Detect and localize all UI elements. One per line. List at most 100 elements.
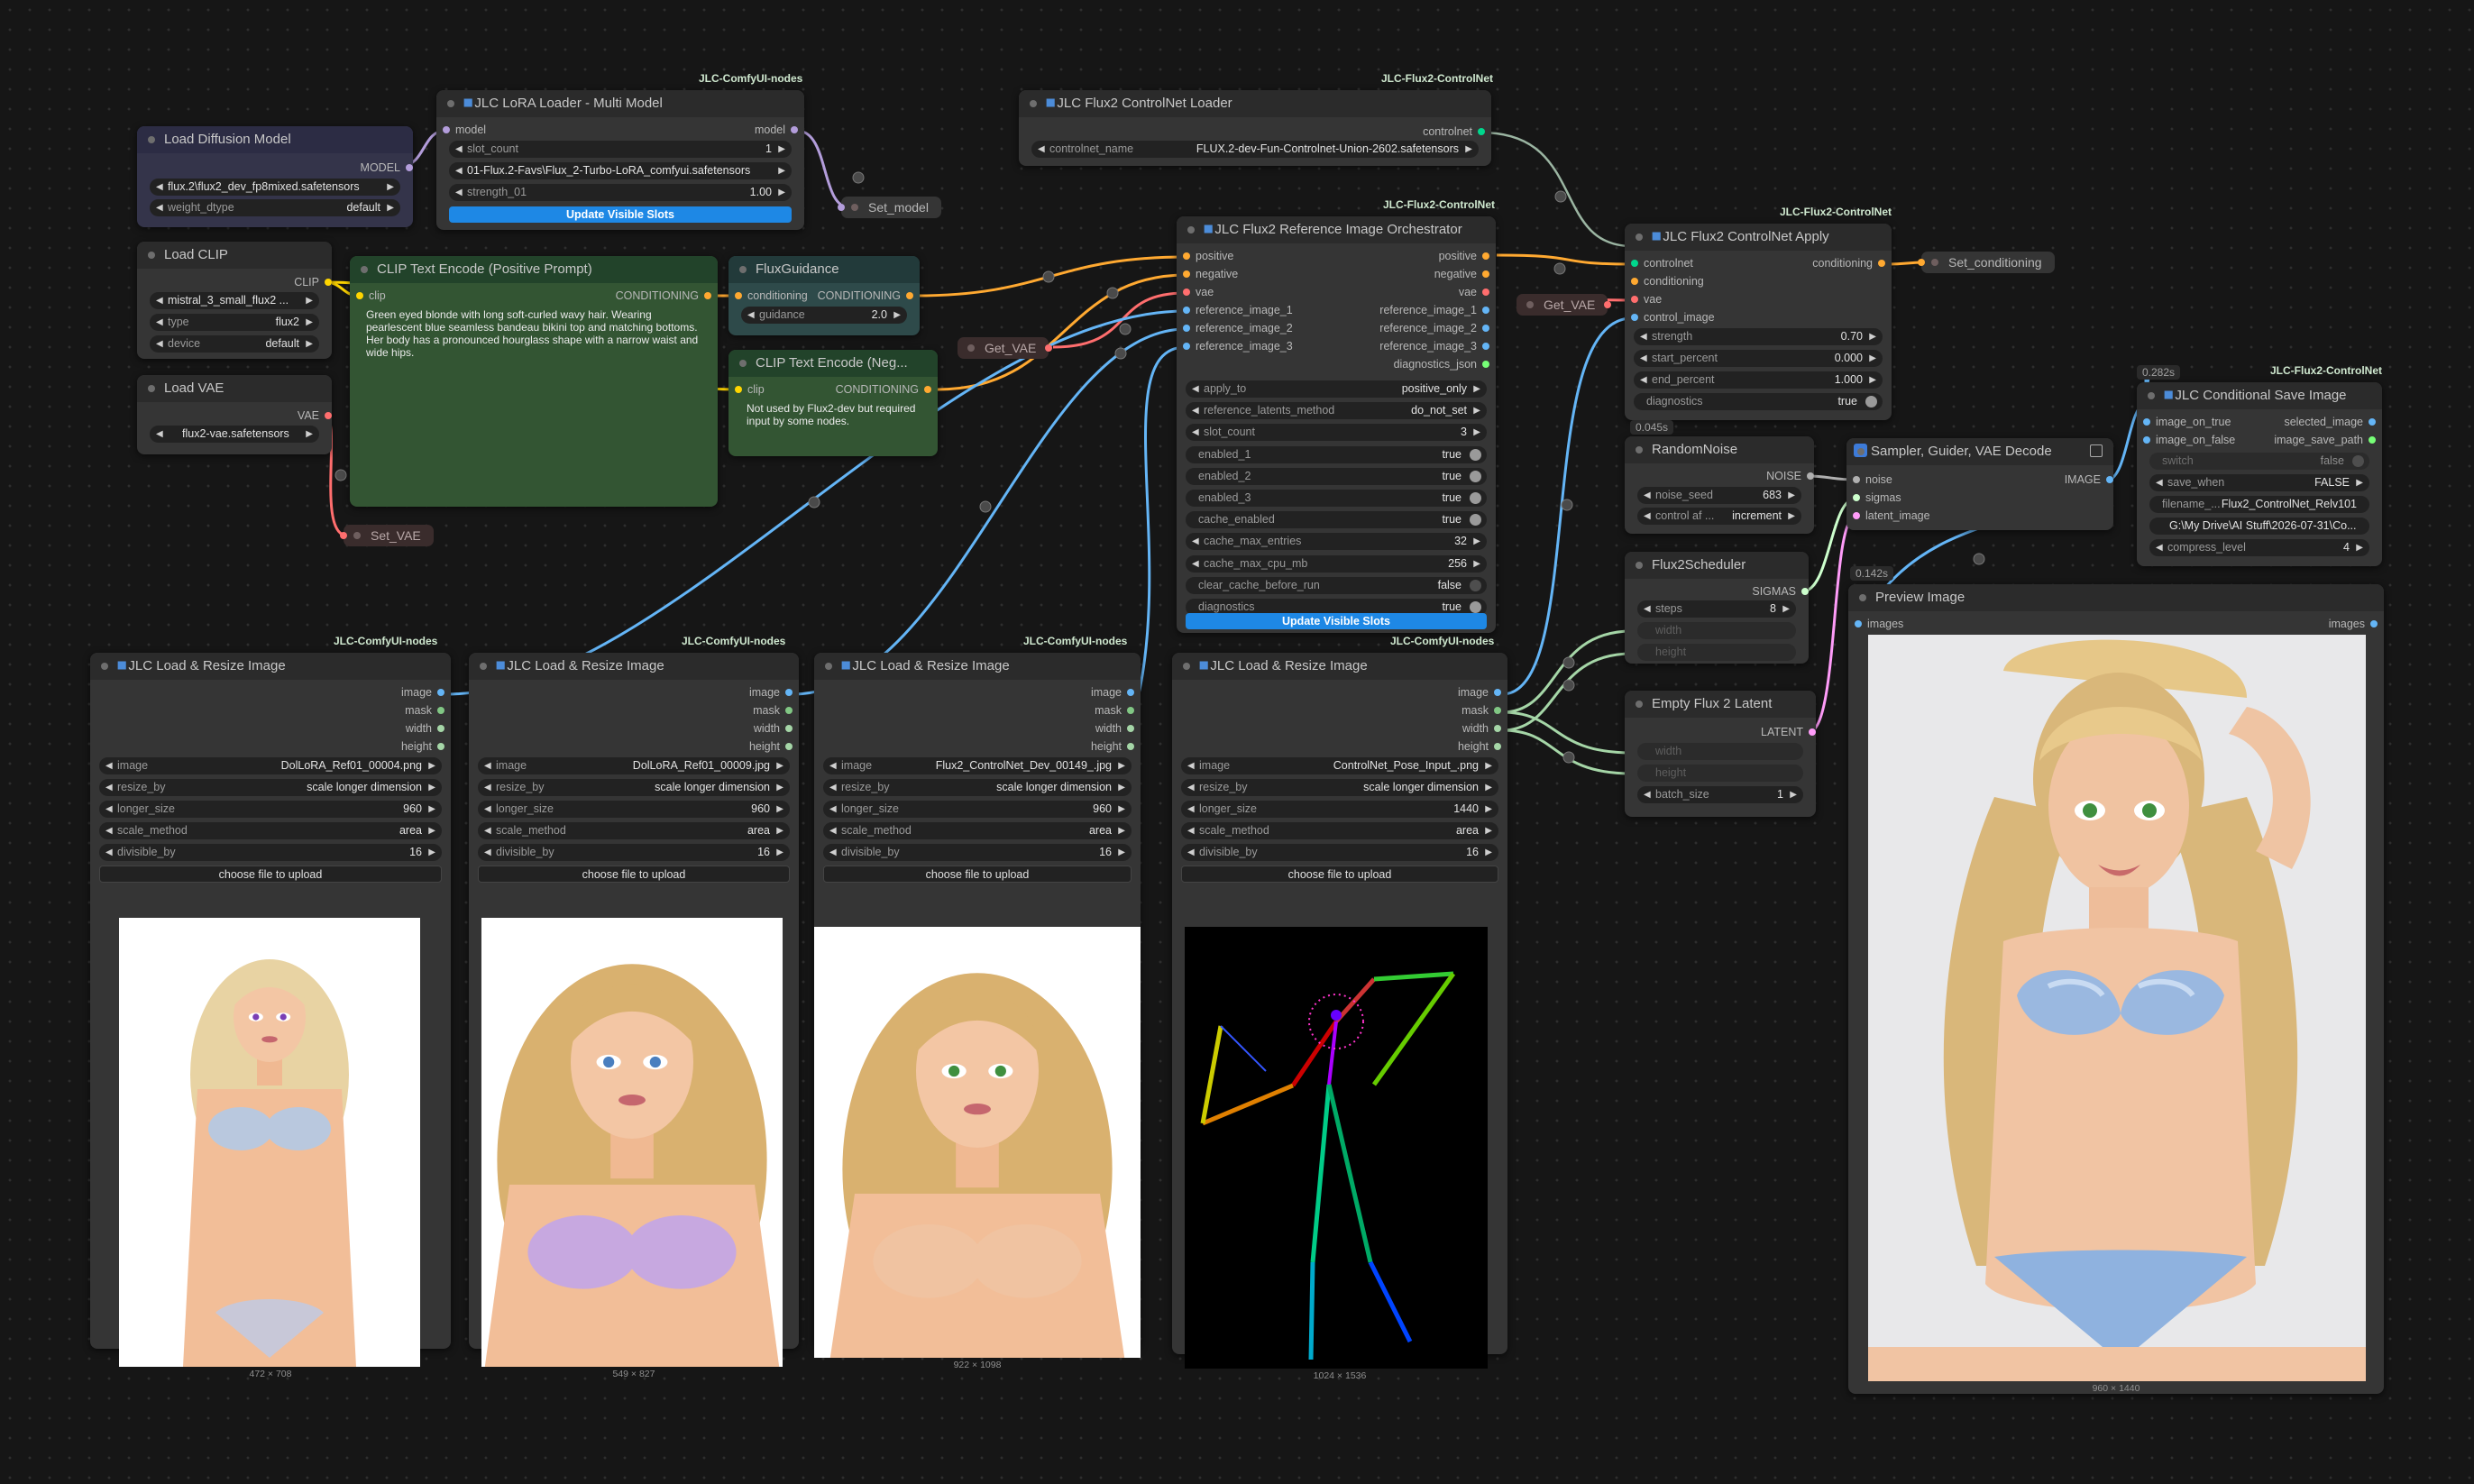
widget-divisible-by[interactable]: ◀ divisible_by 16 ▶	[823, 844, 1132, 861]
arrow-left-icon[interactable]: ◀	[1187, 779, 1195, 796]
arrow-right-icon[interactable]: ▶	[428, 801, 435, 818]
load-diffusion-model-node[interactable]: Load Diffusion Model MODEL ◀ flux.2\flux2…	[137, 126, 413, 227]
output-dot[interactable]	[785, 689, 793, 696]
clip-output-slot[interactable]: CLIP	[294, 275, 332, 289]
output-dot[interactable]	[1494, 689, 1501, 696]
model-output-dot[interactable]	[406, 164, 413, 171]
control-after-generate-widget[interactable]: ◀ control af ... increment ▶	[1637, 508, 1801, 525]
widget-enabled-3[interactable]: enabled_3 true	[1186, 490, 1487, 507]
node-title[interactable]: CLIP Text Encode (Positive Prompt)	[350, 256, 718, 283]
input-dot[interactable]	[1183, 252, 1190, 260]
node-title[interactable]: ⯀ JLC Conditional Save Image	[2137, 382, 2382, 409]
arrow-right-icon[interactable]: ▶	[776, 844, 783, 861]
widget-cache-enabled[interactable]: cache_enabled true	[1186, 511, 1487, 529]
arrow-right-icon[interactable]: ▶	[387, 179, 394, 196]
arrow-right-icon[interactable]: ▶	[428, 822, 435, 839]
node-title[interactable]: Load Diffusion Model	[137, 126, 413, 153]
output-mask[interactable]: mask	[1095, 703, 1134, 718]
load-resize-image-node[interactable]: ⯀ JLC Load & Resize Image image mask width he…	[1172, 653, 1507, 1381]
clip-input-slot[interactable]: clip	[356, 289, 386, 303]
steps-widget[interactable]: ◀ steps 8 ▶	[1637, 600, 1796, 618]
output-dot[interactable]	[1494, 743, 1501, 750]
image-on-true-slot[interactable]: image_on_true	[2143, 415, 2231, 429]
arrow-left-icon[interactable]: ◀	[105, 822, 113, 839]
vae-output-slot[interactable]: VAE	[298, 408, 332, 423]
widget-end-percent[interactable]: ◀ end_percent 1.000 ▶	[1634, 371, 1883, 389]
arrow-left-icon[interactable]: ◀	[1644, 487, 1651, 504]
output-dot[interactable]	[785, 725, 793, 732]
input-dot[interactable]	[1631, 296, 1638, 303]
arrow-right-icon[interactable]: ▶	[387, 199, 394, 216]
clip-input-dot[interactable]	[356, 292, 363, 299]
image-output-dot[interactable]	[2370, 620, 2378, 627]
widget-divisible-by[interactable]: ◀ divisible_by 16 ▶	[99, 844, 442, 861]
arrow-left-icon[interactable]: ◀	[156, 314, 163, 331]
node-title[interactable]: Sampler, Guider, VAE Decode	[1846, 438, 2113, 465]
node-title[interactable]: ⯀ JLC Flux2 ControlNet Loader	[1019, 90, 1491, 117]
strength-widget[interactable]: ◀ strength_01 1.00 ▶	[449, 184, 792, 201]
clip-text-encode-negative-node[interactable]: CLIP Text Encode (Neg... clip CONDITIONI…	[728, 350, 938, 456]
choose-file-to-upload-button[interactable]: choose file to upload	[1181, 866, 1498, 883]
arrow-left-icon[interactable]: ◀	[1038, 141, 1045, 158]
expand-icon[interactable]	[2090, 444, 2103, 457]
output-mask[interactable]: mask	[1461, 703, 1501, 718]
model-output-slot[interactable]: model	[755, 123, 798, 137]
set-vae-node[interactable]: Set_VAE	[340, 525, 434, 546]
arrow-right-icon[interactable]: ▶	[306, 426, 313, 443]
arrow-left-icon[interactable]: ◀	[1192, 402, 1199, 419]
node-title[interactable]: CLIP Text Encode (Neg...	[728, 350, 938, 377]
arrow-right-icon[interactable]: ▶	[306, 292, 313, 309]
orchestrator-input-reference_image_1[interactable]: reference_image_1	[1183, 303, 1293, 317]
arrow-left-icon[interactable]: ◀	[747, 307, 755, 324]
orchestrator-input-negative[interactable]: negative	[1183, 267, 1238, 281]
controlnet-output-slot[interactable]: controlnet	[1423, 124, 1485, 139]
load-clip-node[interactable]: Load CLIP CLIP ◀ mistral_3_small_flux2 ..…	[137, 242, 332, 359]
output-dot[interactable]	[1127, 689, 1134, 696]
vae-name-widget[interactable]: ◀ flux2-vae.safetensors ▶	[150, 426, 319, 443]
controlnet-apply-node[interactable]: ⯀ JLC Flux2 ControlNet Apply controlnet co…	[1625, 224, 1892, 420]
output-image[interactable]: image	[1458, 685, 1501, 700]
widget-scale-method[interactable]: ◀ scale_method area ▶	[99, 822, 442, 839]
compress-level-widget[interactable]: ◀ compress_level 4 ▶	[2149, 539, 2369, 556]
conditioning-output-dot[interactable]	[924, 386, 931, 393]
widget-longer-size[interactable]: ◀ longer_size 960 ▶	[478, 801, 790, 818]
latent-output-dot[interactable]	[1809, 728, 1816, 736]
loaded-image-preview[interactable]	[119, 918, 420, 1367]
input-dot[interactable]	[1183, 343, 1190, 350]
output-width[interactable]: width	[754, 721, 793, 736]
node-title[interactable]: ⯀ JLC Flux2 ControlNet Apply	[1625, 224, 1892, 251]
arrow-right-icon[interactable]: ▶	[428, 779, 435, 796]
arrow-right-icon[interactable]: ▶	[1118, 757, 1125, 774]
vae-output-dot[interactable]	[325, 412, 332, 419]
node-title[interactable]: ⯀ JLC Load & Resize Image	[814, 653, 1141, 680]
arrow-left-icon[interactable]: ◀	[1640, 350, 1647, 367]
get-vae-node[interactable]: Get_VAE	[1516, 294, 1612, 316]
widget-longer-size[interactable]: ◀ longer_size 1440 ▶	[1181, 801, 1498, 818]
arrow-right-icon[interactable]: ▶	[1465, 141, 1472, 158]
choose-file-to-upload-button[interactable]: choose file to upload	[823, 866, 1132, 883]
arrow-left-icon[interactable]: ◀	[105, 844, 113, 861]
arrow-left-icon[interactable]: ◀	[1187, 757, 1195, 774]
input-dot[interactable]	[1183, 289, 1190, 296]
prompt-textarea[interactable]: Not used by Flux2-dev but required input…	[747, 402, 927, 427]
save-when-widget[interactable]: ◀ save_when FALSE ▶	[2149, 474, 2369, 491]
arrow-right-icon[interactable]: ▶	[1118, 801, 1125, 818]
conditioning-input-dot[interactable]	[1918, 259, 1925, 266]
widget-clear-cache-before-run[interactable]: clear_cache_before_run false	[1186, 576, 1487, 594]
output-dot[interactable]	[1127, 707, 1134, 714]
noise-seed-widget[interactable]: ◀ noise_seed 683 ▶	[1637, 487, 1801, 504]
sampler-guider-vae-decode-node[interactable]: Sampler, Guider, VAE Decode noise sigmas l…	[1846, 438, 2113, 530]
image-input-dot[interactable]	[2143, 418, 2150, 426]
arrow-right-icon[interactable]: ▶	[428, 757, 435, 774]
arrow-right-icon[interactable]: ▶	[2356, 474, 2363, 491]
widget-image[interactable]: ◀ image DolLoRA_Ref01_00009.jpg ▶	[478, 757, 790, 774]
sigmas-output-dot[interactable]	[1801, 588, 1809, 595]
latent-output-slot[interactable]: LATENT	[1761, 725, 1816, 739]
arrow-left-icon[interactable]: ◀	[1644, 786, 1651, 803]
arrow-left-icon[interactable]: ◀	[1187, 822, 1195, 839]
output-width[interactable]: width	[1095, 721, 1134, 736]
arrow-left-icon[interactable]: ◀	[484, 822, 491, 839]
arrow-left-icon[interactable]: ◀	[156, 199, 163, 216]
arrow-right-icon[interactable]: ▶	[1118, 844, 1125, 861]
orchestrator-output-diagnostics_json[interactable]: diagnostics_json	[1394, 357, 1489, 371]
